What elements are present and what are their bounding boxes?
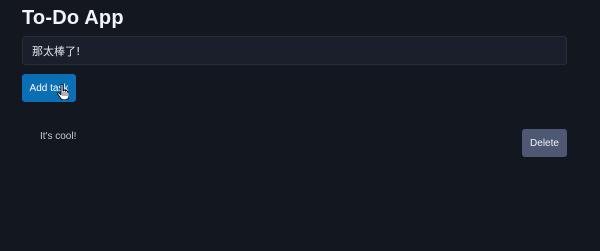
- task-text: It's cool!: [40, 131, 77, 142]
- app-title: To-Do App: [22, 7, 124, 29]
- todo-app: To-Do App Add task It's cool! Delete: [0, 0, 600, 251]
- task-item: It's cool! Delete: [22, 120, 567, 168]
- add-task-button[interactable]: Add task: [22, 74, 76, 102]
- task-input[interactable]: [22, 36, 567, 65]
- delete-task-button[interactable]: Delete: [522, 129, 567, 157]
- task-list: It's cool! Delete: [22, 120, 567, 168]
